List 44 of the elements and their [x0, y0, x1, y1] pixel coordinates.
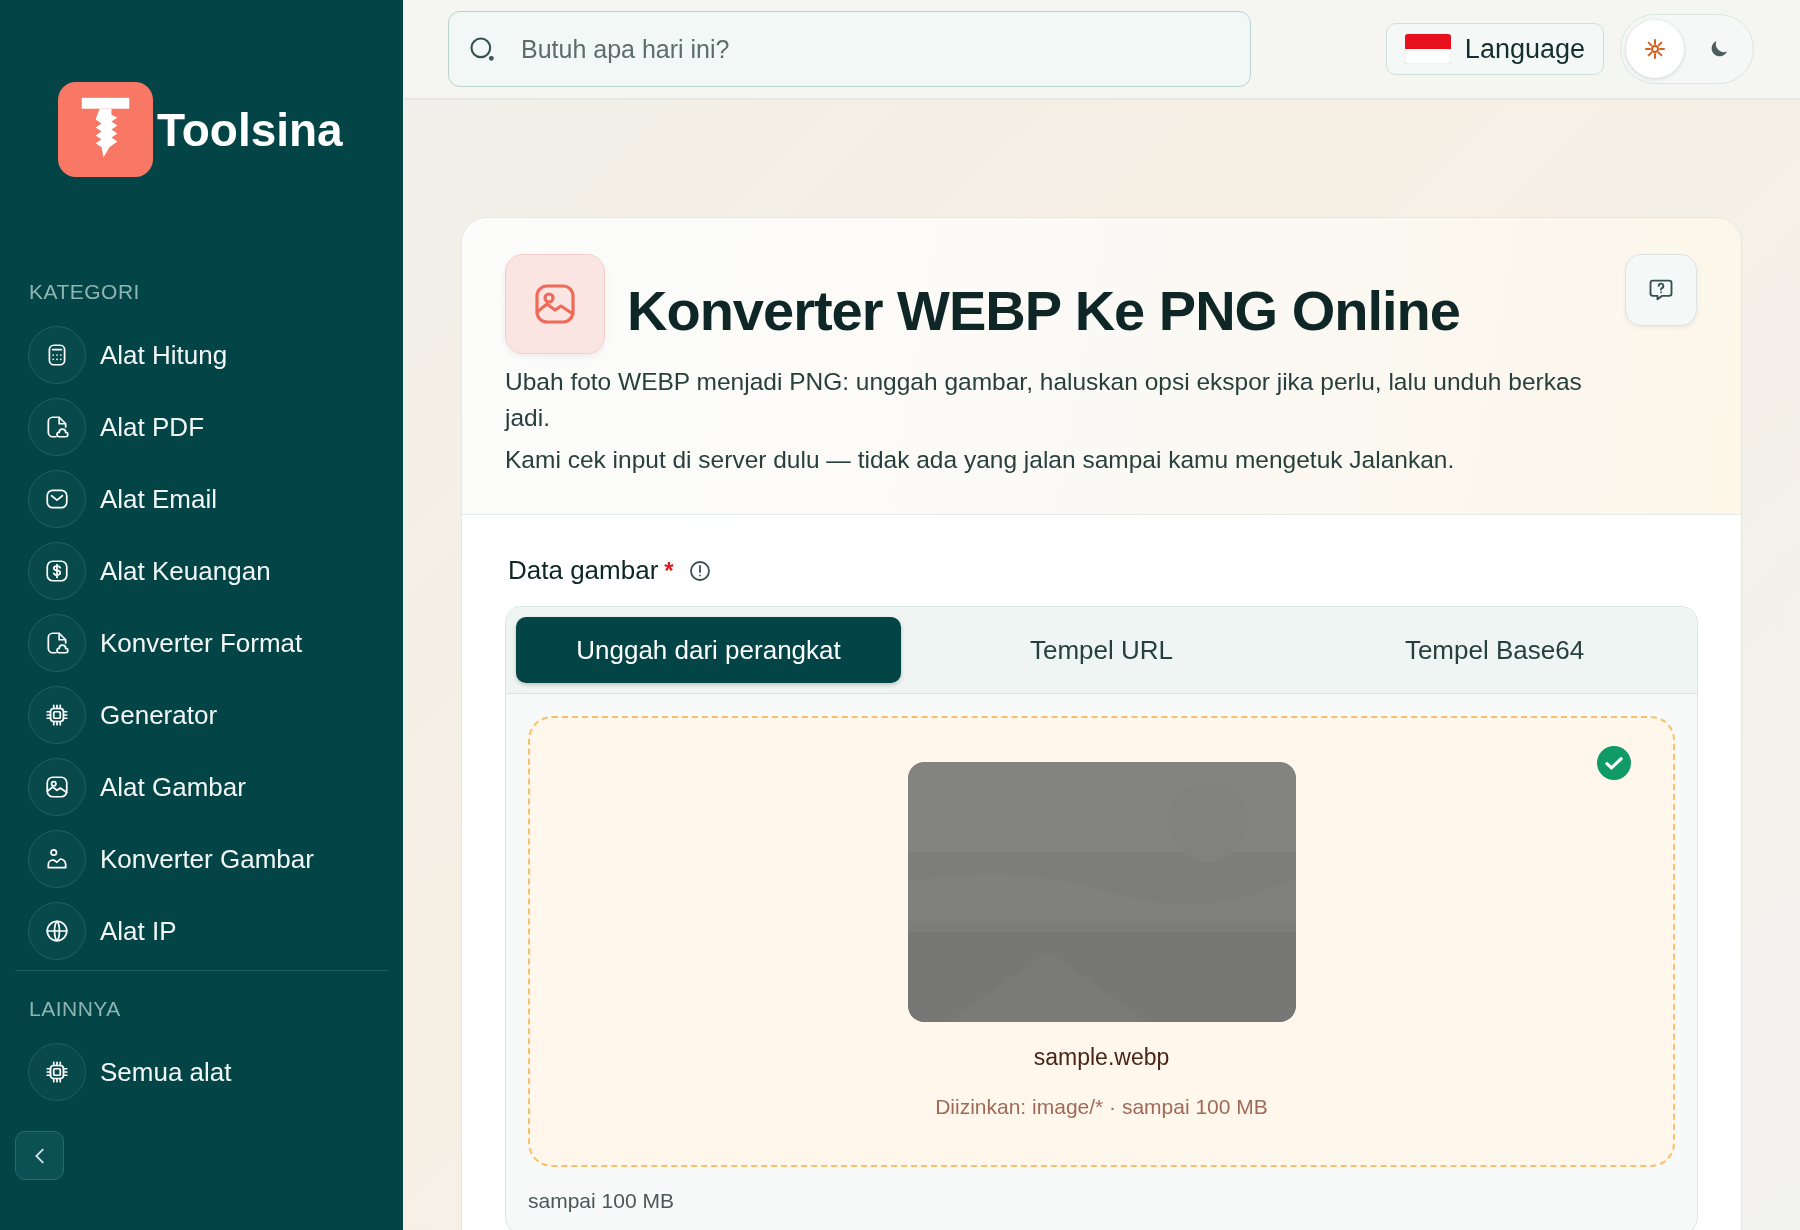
- info-icon: [687, 558, 712, 583]
- file-icon: [44, 630, 70, 656]
- page-title: Konverter WEBP Ke PNG Online: [627, 277, 1461, 343]
- allowed-types-text: Diizinkan: image/* · sampai 100 MB: [935, 1095, 1268, 1119]
- language-button[interactable]: Language: [1385, 23, 1604, 75]
- sidebar-item[interactable]: Alat PDF: [28, 398, 205, 456]
- brand-name: Toolsina: [157, 102, 343, 157]
- flag-icon: [1404, 34, 1451, 64]
- sidebar-item[interactable]: Alat Hitung: [28, 326, 228, 384]
- search-icon: [468, 35, 496, 63]
- sun-icon: [1643, 37, 1667, 61]
- sidebar-item[interactable]: Alat Gambar: [28, 758, 246, 816]
- description-text: Kami cek input di server dulu — tidak ada yang jalan sampai kamu mengetuk Jalankan.: [505, 445, 1456, 475]
- globe-icon: [44, 918, 70, 944]
- tab[interactable]: Tempel Base64: [1302, 617, 1687, 683]
- drop-zone[interactable]: sample.webp Diizinkan: image/* · sampai 100 MB: [528, 716, 1675, 1167]
- sidebar-item[interactable]: Alat Keuangan: [28, 542, 271, 600]
- image-icon: [505, 254, 605, 354]
- size-hint: sampai 100 MB: [528, 1189, 675, 1213]
- section-title: KATEGORI: [29, 280, 141, 304]
- sidebar-item[interactable]: Konverter Format: [28, 614, 303, 672]
- sidebar-item[interactable]: Semua alat: [28, 1043, 232, 1101]
- sidebar-item[interactable]: Konverter Gambar: [28, 830, 314, 888]
- field-label: Data gambar: [508, 555, 659, 586]
- mail-icon: [44, 486, 70, 512]
- file-icon: [44, 414, 70, 440]
- image-icon: [44, 774, 70, 800]
- file-name: sample.webp: [1033, 1044, 1170, 1071]
- section-title: LAINNYA: [29, 997, 122, 1021]
- sidebar-item[interactable]: Generator: [28, 686, 218, 744]
- person-icon: [44, 846, 70, 872]
- chip-icon: [44, 702, 70, 728]
- dollar-icon: [44, 558, 70, 584]
- chip-icon: [44, 1059, 70, 1085]
- logo-icon: [58, 82, 153, 177]
- description-text: Ubah foto WEBP menjadi PNG: unggah gambar, haluskan opsi ekspor jika perlu, lalu unduh berkas jadi.: [505, 367, 1583, 433]
- sidebar-item[interactable]: Alat Email: [28, 470, 218, 528]
- search-field[interactable]: Butuh apa hari ini?: [448, 11, 1251, 87]
- help-button[interactable]: [1625, 254, 1697, 326]
- sidebar-item[interactable]: Alat IP: [28, 902, 177, 960]
- tab[interactable]: Tempel URL: [909, 617, 1294, 683]
- required-mark: *: [664, 556, 674, 585]
- sun-button[interactable]: [1626, 20, 1684, 78]
- tab[interactable]: Unggah dari perangkat: [516, 617, 901, 683]
